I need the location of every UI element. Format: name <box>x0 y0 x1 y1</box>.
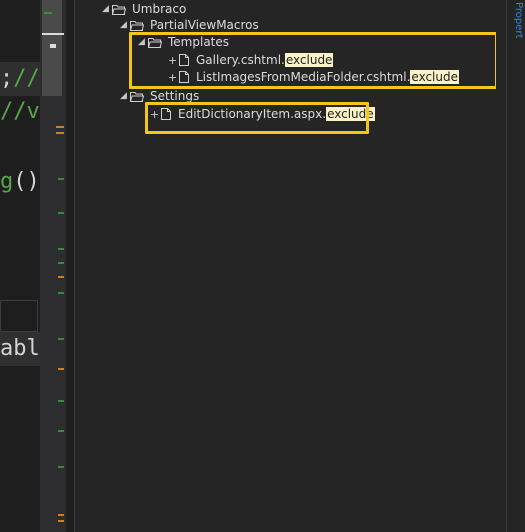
scroll-mark <box>58 248 64 250</box>
code-editor[interactable]: ;// //v g() abl <box>0 0 40 532</box>
method-text: g <box>0 169 14 194</box>
node-label-settings: Settings <box>150 89 200 103</box>
scroll-mark <box>58 212 64 214</box>
scroll-mark <box>58 466 64 468</box>
scroll-mark <box>58 276 64 278</box>
node-label-umbraco: Umbraco <box>132 2 187 16</box>
scroll-mark <box>44 12 52 14</box>
expanded-arrow-icon[interactable]: ◢ <box>120 20 130 30</box>
right-dock-strip: Propert <box>496 0 525 532</box>
folder-open-icon <box>130 91 144 102</box>
expanded-arrow-icon[interactable]: ◢ <box>102 4 112 14</box>
editor-scrollbar[interactable] <box>40 0 66 532</box>
properties-tab[interactable]: Propert <box>513 0 524 70</box>
scroll-mark <box>42 33 64 35</box>
properties-tab-label: Propert <box>513 2 524 39</box>
scrollbar-thumb[interactable] <box>42 0 62 96</box>
node-label-partialviewmacros: PartialViewMacros <box>150 18 259 32</box>
code-line-4: abl <box>0 336 40 361</box>
highlight-box-templates <box>129 32 498 89</box>
semicolon: ; <box>0 66 14 91</box>
editor-inline-box <box>0 300 38 332</box>
panel-splitter[interactable] <box>66 0 75 532</box>
scroll-mark <box>58 400 64 402</box>
code-line-3: g() <box>0 169 40 195</box>
scroll-mark <box>58 292 64 294</box>
scroll-mark <box>56 132 64 134</box>
scroll-mark <box>58 430 64 432</box>
solution-explorer-tree: ◢ Umbraco ◢ PartialViewMacros ◢ Template… <box>76 0 498 532</box>
scroll-mark <box>58 338 64 340</box>
folder-open-icon <box>130 20 144 31</box>
comment-text: // <box>13 66 40 91</box>
scroll-mark <box>56 126 64 128</box>
expanded-arrow-icon[interactable]: ◢ <box>120 91 130 101</box>
scroll-mark <box>58 368 64 370</box>
dock-divider <box>506 0 507 532</box>
scroll-mark <box>50 44 56 48</box>
highlight-box-settings <box>145 102 369 134</box>
scroll-mark <box>58 520 64 522</box>
paren-text: () <box>13 169 40 194</box>
scroll-mark <box>58 178 64 180</box>
code-line-1: ;// <box>0 66 40 92</box>
scroll-mark <box>58 262 64 264</box>
code-line-2: //v <box>0 99 40 124</box>
scroll-mark <box>58 514 64 516</box>
folder-open-icon <box>112 4 126 15</box>
